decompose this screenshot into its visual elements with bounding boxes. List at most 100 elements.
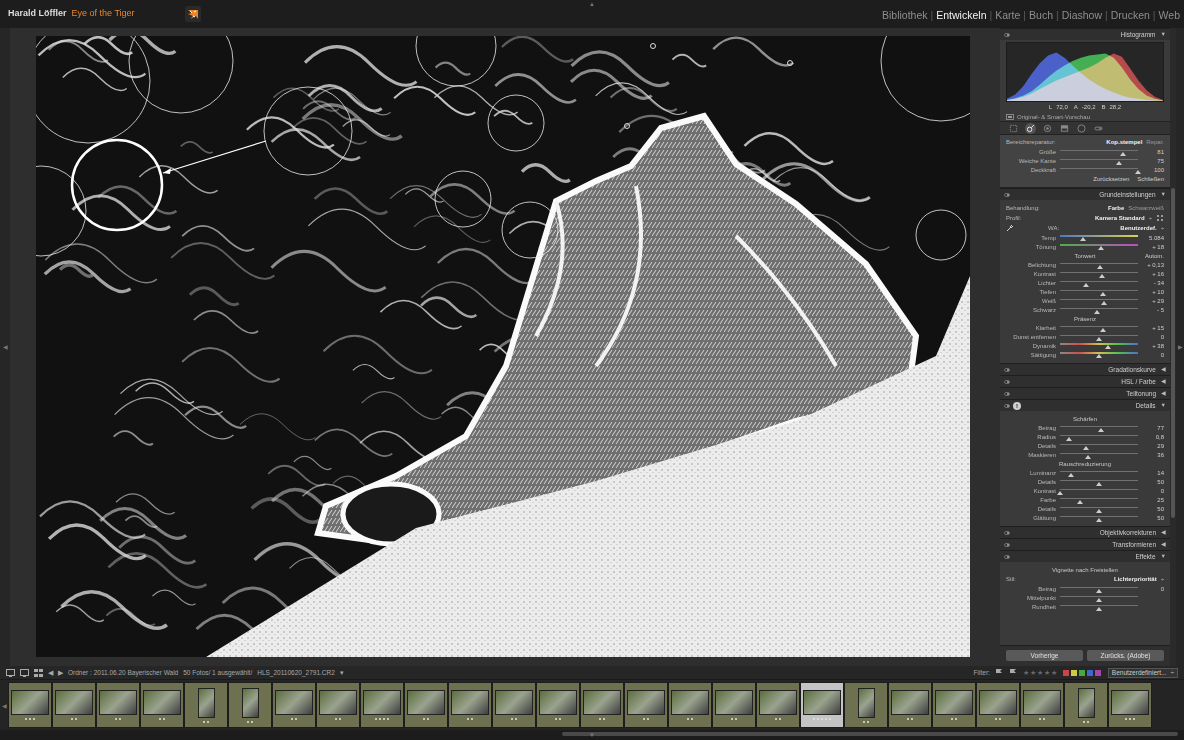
slider-track[interactable] xyxy=(1060,159,1138,160)
slider-knob[interactable] xyxy=(1096,607,1102,611)
slider-value[interactable]: - 34 xyxy=(1142,279,1164,287)
slider-track[interactable] xyxy=(1060,489,1138,490)
thumbnail-photo[interactable] xyxy=(451,690,489,715)
thumbnail-photo[interactable] xyxy=(715,690,753,715)
star-rating[interactable] xyxy=(375,718,389,720)
panel-title[interactable]: Teiltonung xyxy=(1126,389,1156,398)
thumbnail-photo[interactable] xyxy=(242,688,259,718)
star-rating[interactable] xyxy=(907,718,913,720)
slider-knob[interactable] xyxy=(1094,310,1100,314)
red-eye-icon[interactable] xyxy=(1042,123,1053,134)
slider-value[interactable]: 0 xyxy=(1142,333,1164,341)
photo-mask-view[interactable] xyxy=(36,36,970,657)
slider-track[interactable] xyxy=(1060,480,1138,481)
panel-switch-icon[interactable] xyxy=(1004,404,1010,408)
thumbnail-photo[interactable] xyxy=(539,690,577,715)
module-tab[interactable]: Drucken xyxy=(1111,8,1150,24)
thumbnail-photo[interactable] xyxy=(99,690,137,715)
spot-removal-icon[interactable] xyxy=(1025,123,1036,134)
thumbnail-photo[interactable] xyxy=(1023,690,1061,715)
panel-header[interactable]: Grundeinstellungen▼ xyxy=(1000,188,1170,200)
thumbnail-cell[interactable] xyxy=(536,682,580,728)
warning-badge[interactable]: ! xyxy=(1013,402,1021,410)
panel-switch-icon[interactable] xyxy=(1004,531,1010,535)
slider-knob[interactable] xyxy=(1077,500,1083,504)
panel-switch-icon[interactable] xyxy=(1004,555,1010,559)
slider-knob[interactable] xyxy=(1066,437,1072,441)
panel-arrow[interactable]: ▼ xyxy=(1161,401,1166,410)
thumbnail-cell[interactable] xyxy=(888,682,932,728)
panel-arrow[interactable]: ▼ xyxy=(1161,552,1166,561)
slider-knob[interactable] xyxy=(1096,354,1102,358)
spot-mode[interactable]: Repar. xyxy=(1146,138,1164,146)
thumbnail-photo[interactable] xyxy=(627,690,665,715)
panel-switch-icon[interactable] xyxy=(1004,380,1010,384)
thumbnail-cell[interactable] xyxy=(932,682,976,728)
slider-track[interactable] xyxy=(1060,498,1138,499)
grid-view-icon[interactable] xyxy=(34,669,43,677)
slider-track[interactable] xyxy=(1060,299,1138,300)
spot-button[interactable]: Schließen xyxy=(1137,175,1164,184)
slider-value[interactable]: + 16 xyxy=(1142,270,1164,278)
panel-title[interactable]: Gradationskurve xyxy=(1108,365,1156,374)
spot-mode[interactable]: Kop.stempel xyxy=(1106,138,1142,146)
thumbnail-cell[interactable] xyxy=(404,682,448,728)
module-tab[interactable]: Entwickeln xyxy=(936,8,986,24)
folder-path[interactable]: Ordner : 2011.06.20 Bayerischer Wald xyxy=(68,668,178,678)
slider-value[interactable]: + 38 xyxy=(1142,342,1164,350)
slider-track[interactable] xyxy=(1060,281,1138,282)
thumbnail-cell[interactable] xyxy=(844,682,888,728)
slider-value[interactable]: + 15 xyxy=(1142,324,1164,332)
slider-knob[interactable] xyxy=(1100,292,1106,296)
thumbnail-photo[interactable] xyxy=(495,690,533,715)
star-rating[interactable] xyxy=(1083,721,1089,723)
panel-title[interactable]: Details xyxy=(1136,401,1156,410)
thumbnail-photo[interactable] xyxy=(407,690,445,715)
panel-title[interactable]: Objektivkorrekturen xyxy=(1100,528,1156,537)
slider-knob[interactable] xyxy=(1085,455,1091,459)
module-tab[interactable]: Diashow xyxy=(1062,8,1102,24)
slider-track[interactable] xyxy=(1060,343,1138,345)
color-label-filter-icon[interactable] xyxy=(1063,669,1103,677)
slider-value[interactable]: 0 xyxy=(1142,585,1164,593)
treatment-option[interactable]: Farbe xyxy=(1108,204,1124,212)
main-monitor-icon[interactable] xyxy=(6,669,15,677)
dropdown-caret[interactable]: ÷ xyxy=(1149,214,1152,222)
filter-preset[interactable]: Benutzerdefiniert...÷ xyxy=(1108,668,1178,678)
star-rating[interactable] xyxy=(687,718,693,720)
panel-switch-icon[interactable] xyxy=(1004,543,1010,547)
panel-header[interactable]: Transformieren◀ xyxy=(1000,538,1170,550)
star-rating[interactable] xyxy=(555,718,561,720)
dropdown-caret[interactable]: ÷ xyxy=(1161,575,1164,583)
panel-title[interactable]: HSL / Farbe xyxy=(1121,377,1156,386)
panel-arrow[interactable]: ◀ xyxy=(1161,365,1166,374)
second-monitor-icon[interactable] xyxy=(20,669,29,677)
star-rating[interactable] xyxy=(1125,718,1135,720)
slider-track[interactable] xyxy=(1060,352,1138,354)
star-rating[interactable] xyxy=(203,721,209,723)
thumbnail-cell[interactable] xyxy=(52,682,96,728)
star-rating[interactable] xyxy=(995,718,1001,720)
module-tab[interactable]: Bibliothek xyxy=(882,8,928,24)
thumbnail-cell[interactable] xyxy=(580,682,624,728)
slider-value[interactable]: 50 xyxy=(1142,478,1164,486)
graduated-filter-icon[interactable] xyxy=(1059,123,1070,134)
panel-arrow[interactable]: ◀ xyxy=(1161,540,1166,549)
star-rating[interactable] xyxy=(467,718,473,720)
thumbnail-photo[interactable] xyxy=(363,690,401,715)
slider-value[interactable]: 5.084 xyxy=(1142,234,1164,242)
panel-title[interactable]: Effekte xyxy=(1135,552,1155,561)
slider-knob[interactable] xyxy=(1120,152,1126,156)
slider-track[interactable] xyxy=(1060,444,1138,445)
slider-knob[interactable] xyxy=(1096,518,1102,522)
panel-arrow[interactable]: ▼ xyxy=(1161,30,1166,39)
radial-filter-icon[interactable] xyxy=(1076,123,1087,134)
slider-knob[interactable] xyxy=(1083,446,1089,450)
slider-knob[interactable] xyxy=(1097,265,1103,269)
thumbnail-photo[interactable] xyxy=(891,690,929,715)
star-filter[interactable]: ★★★★★ xyxy=(1023,668,1058,678)
thumbnail-cell[interactable] xyxy=(316,682,360,728)
slider-track[interactable] xyxy=(1060,605,1138,606)
thumbnail-cell[interactable] xyxy=(1020,682,1064,728)
star-rating[interactable] xyxy=(1039,718,1045,720)
